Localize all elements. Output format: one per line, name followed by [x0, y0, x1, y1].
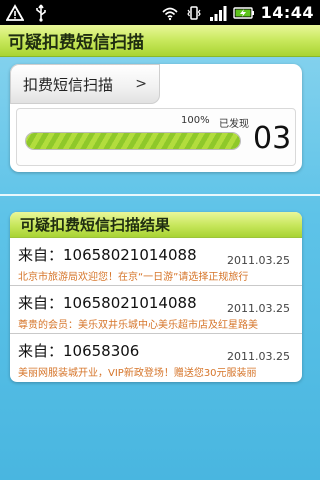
result-row[interactable]: 来自：10658021014088 2011.03.25 北京市旅游局欢迎您！在… — [10, 238, 302, 286]
page-title: 可疑扣费短信扫描 — [8, 33, 144, 53]
app-title-bar: 可疑扣费短信扫描 — [0, 25, 320, 57]
result-sender: 来自：10658306 — [18, 342, 140, 360]
result-date: 2011.03.25 — [227, 302, 290, 315]
wifi-icon — [161, 4, 179, 22]
signal-icon — [209, 4, 227, 22]
result-date: 2011.03.25 — [227, 350, 290, 363]
scan-button[interactable]: 扣费短信扫描 > — [10, 64, 160, 104]
status-bar: 14:44 — [0, 0, 320, 25]
found-label: 已发现 — [219, 119, 249, 130]
scan-progress-panel: 100% 已发现 03 — [16, 108, 296, 166]
usb-icon — [32, 4, 50, 22]
result-preview: 尊贵的会员：美乐双井乐城中心美乐超市店及红星路美 — [18, 320, 258, 331]
results-title: 可疑扣费短信扫描结果 — [20, 216, 171, 234]
results-header: 可疑扣费短信扫描结果 — [10, 212, 302, 238]
vibrate-icon — [185, 4, 203, 22]
scan-card: 扣费短信扫描 > 100% 已发现 03 — [10, 64, 302, 172]
progress-bar — [25, 132, 241, 150]
battery-charging-icon — [232, 4, 255, 22]
found-count: 03 — [253, 121, 292, 156]
scan-button-label: 扣费短信扫描 — [23, 75, 114, 94]
result-date: 2011.03.25 — [227, 254, 290, 267]
results-card: 可疑扣费短信扫描结果 来自：10658021014088 2011.03.25 … — [10, 212, 302, 382]
progress-percent: 100% — [181, 115, 210, 126]
section-divider — [0, 194, 320, 196]
chevron-right-icon: > — [135, 76, 147, 92]
status-time: 14:44 — [260, 3, 314, 22]
result-preview: 美丽网服装城开业，VIP新政登场！赠送您30元服装丽 — [18, 368, 257, 379]
result-row[interactable]: 来自：10658021014088 2011.03.25 尊贵的会员：美乐双井乐… — [10, 286, 302, 334]
progress-bar-fill — [26, 133, 240, 149]
result-sender: 来自：10658021014088 — [18, 294, 197, 312]
result-sender: 来自：10658021014088 — [18, 246, 197, 264]
warning-icon — [5, 3, 25, 22]
result-preview: 北京市旅游局欢迎您！在京“一日游”请选择正规旅行 — [18, 272, 249, 283]
result-row[interactable]: 来自：10658306 2011.03.25 美丽网服装城开业，VIP新政登场！… — [10, 334, 302, 382]
